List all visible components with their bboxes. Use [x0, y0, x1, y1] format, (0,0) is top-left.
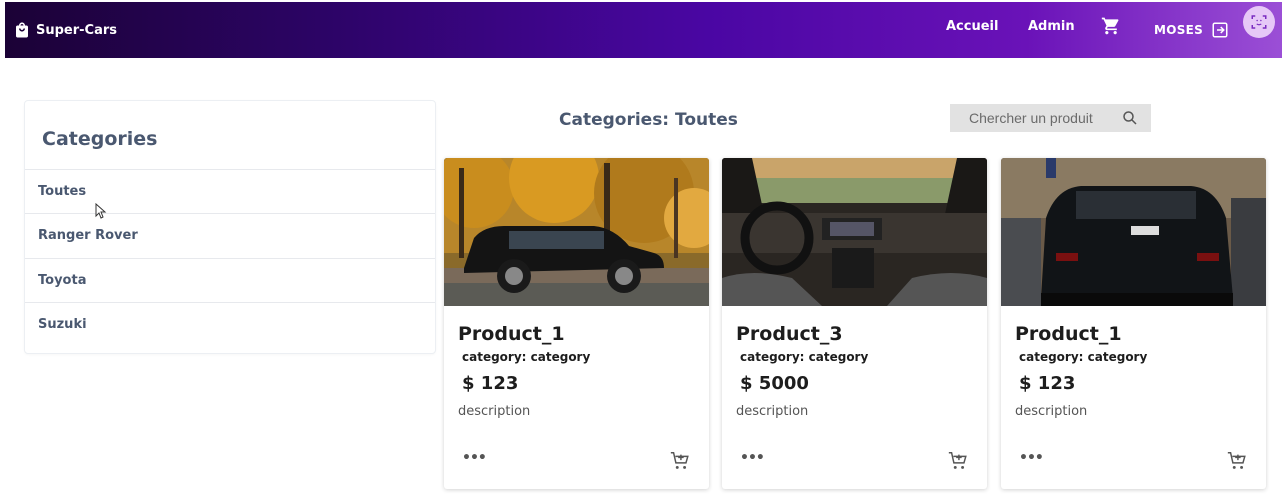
product-name: Product_3	[736, 323, 843, 345]
product-price: $ 123	[1019, 373, 1076, 394]
product-price: $ 123	[462, 373, 519, 394]
product-category: category: category	[740, 350, 869, 364]
more-options-button[interactable]: •••	[462, 450, 487, 466]
add-to-cart-icon[interactable]	[669, 450, 691, 472]
product-card[interactable]: Product_1 category: category $ 123 descr…	[1001, 158, 1266, 489]
mouse-pointer-icon	[95, 203, 107, 219]
face-scan-icon	[1251, 15, 1267, 29]
product-image[interactable]	[444, 158, 709, 306]
search-input[interactable]	[969, 110, 1109, 126]
product-description: description	[736, 404, 809, 419]
user-menu[interactable]: MOSES	[1154, 21, 1229, 39]
current-category-title: Categories: Toutes	[559, 110, 738, 130]
car-interior-dashboard-image	[722, 158, 987, 306]
product-description: description	[1015, 404, 1088, 419]
navbar-actions: Accueil Admin MOSES	[0, 0, 1282, 56]
more-options-button[interactable]: •••	[740, 450, 765, 466]
product-price: $ 5000	[740, 373, 809, 394]
product-image[interactable]	[722, 158, 987, 306]
black-range-rover-rear-image	[1001, 158, 1266, 306]
product-card[interactable]: Product_3 category: category $ 5000 desc…	[722, 158, 987, 489]
black-suv-autumn-image	[444, 158, 709, 306]
category-item-toyota[interactable]: Toyota	[25, 258, 435, 302]
search-box[interactable]	[950, 104, 1151, 132]
product-image[interactable]	[1001, 158, 1266, 306]
product-name: Product_1	[1015, 323, 1122, 345]
product-category: category: category	[462, 350, 591, 364]
nav-link-admin[interactable]: Admin	[1028, 19, 1075, 34]
category-item-toutes[interactable]: Toutes	[25, 169, 435, 213]
add-to-cart-icon[interactable]	[947, 450, 969, 472]
logout-icon[interactable]	[1211, 21, 1229, 39]
product-category: category: category	[1019, 350, 1148, 364]
cart-icon[interactable]	[1101, 16, 1121, 36]
categories-panel: Categories Toutes Ranger Rover Toyota Su…	[24, 100, 436, 354]
categories-title: Categories	[42, 128, 158, 150]
nav-link-accueil[interactable]: Accueil	[946, 19, 998, 34]
more-options-button[interactable]: •••	[1019, 450, 1044, 466]
search-icon[interactable]	[1121, 109, 1139, 127]
category-item-suzuki[interactable]: Suzuki	[25, 302, 435, 346]
product-name: Product_1	[458, 323, 565, 345]
add-to-cart-icon[interactable]	[1226, 450, 1248, 472]
product-description: description	[458, 404, 531, 419]
category-item-ranger-rover[interactable]: Ranger Rover	[25, 213, 435, 257]
product-card[interactable]: Product_1 category: category $ 123 descr…	[444, 158, 709, 489]
user-name: MOSES	[1154, 23, 1204, 37]
avatar[interactable]	[1243, 6, 1275, 38]
